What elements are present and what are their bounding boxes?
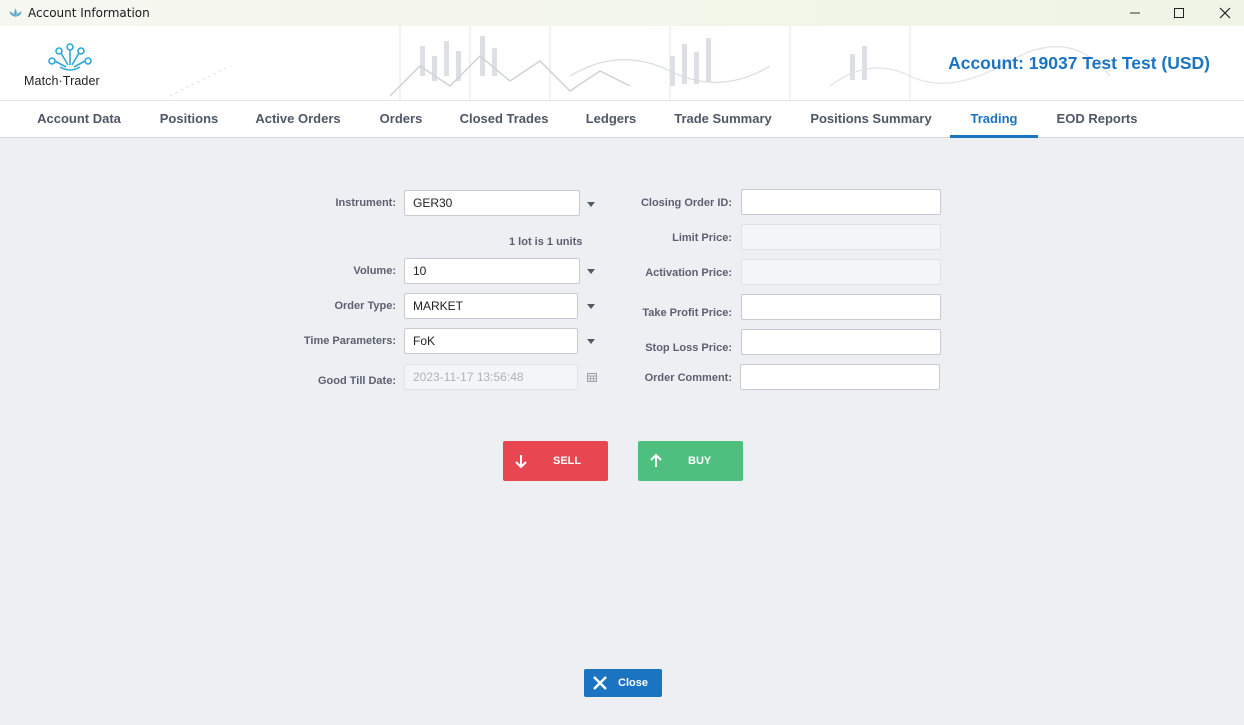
take-profit-price-label: Take Profit Price: xyxy=(642,307,732,319)
window-close-button[interactable] xyxy=(1202,0,1244,26)
maximize-button[interactable] xyxy=(1156,0,1202,26)
activation-price-input[interactable] xyxy=(741,259,941,285)
tab-active-orders[interactable]: Active Orders xyxy=(246,101,350,138)
minimize-button[interactable] xyxy=(1112,0,1158,26)
instrument-select[interactable]: GER30 xyxy=(404,190,580,216)
limit-price-label: Limit Price: xyxy=(672,232,732,244)
volume-label: Volume: xyxy=(353,265,396,277)
tab-orders[interactable]: Orders xyxy=(370,101,432,138)
logo-text: Match·Trader xyxy=(24,74,100,88)
window-title: Account Information xyxy=(28,6,150,20)
buy-button-label: BUY xyxy=(688,455,712,467)
take-profit-price-input[interactable] xyxy=(741,294,941,320)
app-logo-icon xyxy=(7,5,23,21)
order-type-select[interactable]: MARKET xyxy=(404,293,578,319)
tab-closed-trades[interactable]: Closed Trades xyxy=(452,101,556,138)
lot-size-note: 1 lot is 1 units xyxy=(509,236,583,248)
account-title: Account: 19037 Test Test (USD) xyxy=(948,53,1210,73)
arrow-down-icon xyxy=(515,455,527,469)
buy-button[interactable]: BUY xyxy=(638,441,743,481)
tab-trading[interactable]: Trading xyxy=(950,101,1038,138)
instrument-dropdown-icon[interactable] xyxy=(587,202,595,207)
window-titlebar: Account Information xyxy=(0,0,1244,26)
activation-price-label: Activation Price: xyxy=(645,267,732,279)
limit-price-input[interactable] xyxy=(741,224,941,250)
tab-trade-summary[interactable]: Trade Summary xyxy=(664,101,782,138)
closing-order-id-label: Closing Order ID: xyxy=(640,197,732,209)
good-till-date-input[interactable]: 2023-11-17 13:56:48 xyxy=(404,364,578,390)
order-comment-label: Order Comment: xyxy=(644,372,732,384)
stop-loss-price-label: Stop Loss Price: xyxy=(645,342,732,354)
sell-button-label: SELL xyxy=(553,455,582,467)
sell-button[interactable]: SELL xyxy=(503,441,608,481)
tab-ledgers[interactable]: Ledgers xyxy=(577,101,645,138)
volume-dropdown-icon[interactable] xyxy=(587,269,595,274)
tab-positions-summary[interactable]: Positions Summary xyxy=(801,101,941,138)
close-button-label: Close xyxy=(618,677,648,689)
close-icon xyxy=(593,676,607,690)
tab-bar: Account Data Positions Active Orders Ord… xyxy=(0,100,1244,138)
time-parameters-label: Time Parameters: xyxy=(303,335,396,347)
volume-input[interactable]: 10 xyxy=(404,258,580,284)
good-till-date-label: Good Till Date: xyxy=(317,375,396,387)
arrow-up-icon xyxy=(650,453,662,467)
close-button[interactable]: Close xyxy=(584,669,662,697)
time-parameters-dropdown-icon[interactable] xyxy=(587,339,595,344)
instrument-label: Instrument: xyxy=(335,197,397,209)
account-header: Match·Trader Account: 19037 Test Test (U… xyxy=(0,26,1244,100)
tab-eod-reports[interactable]: EOD Reports xyxy=(1049,101,1145,138)
order-comment-input[interactable] xyxy=(740,364,940,390)
stop-loss-price-input[interactable] xyxy=(741,329,941,355)
order-type-dropdown-icon[interactable] xyxy=(587,304,595,309)
time-parameters-select[interactable]: FoK xyxy=(404,328,578,354)
order-type-label: Order Type: xyxy=(334,300,396,312)
closing-order-id-input[interactable] xyxy=(741,189,941,215)
tab-positions[interactable]: Positions xyxy=(150,101,228,138)
tab-account-data[interactable]: Account Data xyxy=(26,101,132,138)
calendar-icon[interactable] xyxy=(587,372,597,382)
